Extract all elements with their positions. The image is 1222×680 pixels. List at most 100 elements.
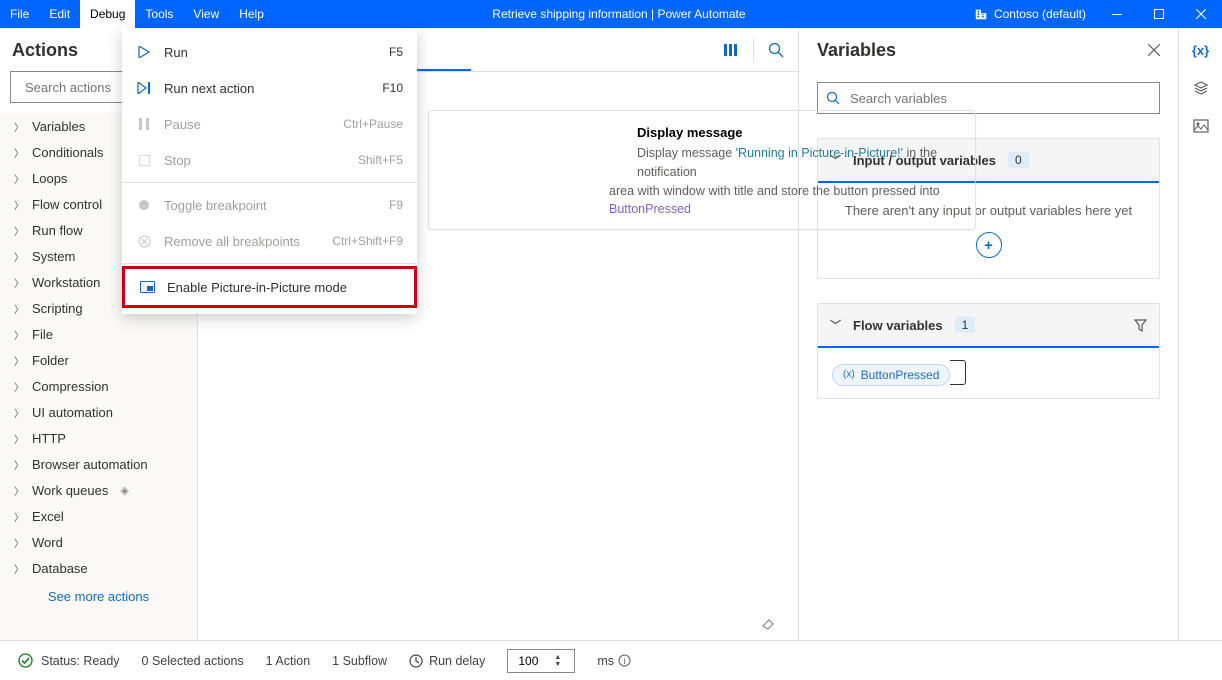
eraser-icon[interactable] bbox=[760, 614, 776, 630]
search-icon bbox=[768, 42, 784, 58]
action-category[interactable]: 〉Database bbox=[0, 555, 197, 581]
variable-chip[interactable]: (x) ButtonPressed bbox=[832, 364, 950, 386]
rail-ui-elements-button[interactable] bbox=[1191, 78, 1211, 98]
debug-run[interactable]: Run F5 bbox=[122, 34, 417, 70]
menu-separator bbox=[122, 182, 417, 183]
debug-enable-pip[interactable]: Enable Picture-in-Picture mode bbox=[125, 269, 414, 305]
category-label: Variables bbox=[32, 119, 85, 134]
chevron-right-icon: 〉 bbox=[14, 119, 24, 134]
debug-run-next[interactable]: Run next action F10 bbox=[122, 70, 417, 106]
action-category[interactable]: 〉Browser automation bbox=[0, 451, 197, 477]
run-delay-input[interactable]: ▲▼ bbox=[507, 649, 575, 673]
chevron-down-icon: ﹀ bbox=[830, 317, 841, 333]
menu-help[interactable]: Help bbox=[229, 0, 274, 28]
action-category[interactable]: 〉UI automation bbox=[0, 399, 197, 425]
pause-icon bbox=[136, 118, 152, 130]
category-label: Flow control bbox=[32, 197, 102, 212]
action-category[interactable]: 〉Folder bbox=[0, 347, 197, 373]
action-description: Display message 'Running in Picture-in-P… bbox=[637, 144, 957, 219]
close-button[interactable] bbox=[1180, 0, 1222, 28]
chevron-right-icon: 〉 bbox=[14, 275, 24, 290]
action-category[interactable]: 〉 Word bbox=[0, 529, 197, 555]
category-label: HTTP bbox=[32, 431, 66, 446]
action-category[interactable]: 〉File bbox=[0, 321, 197, 347]
menu-debug[interactable]: Debug bbox=[80, 0, 135, 28]
menu-separator bbox=[122, 263, 417, 264]
debug-stop: Stop Shift+F5 bbox=[122, 142, 417, 178]
debug-toggle-breakpoint: Toggle breakpoint F9 bbox=[122, 187, 417, 223]
action-category[interactable]: 〉Compression bbox=[0, 373, 197, 399]
menu-tools[interactable]: Tools bbox=[135, 0, 183, 28]
search-icon bbox=[826, 91, 840, 105]
remove-breakpoint-icon bbox=[136, 235, 152, 248]
category-label: System bbox=[32, 249, 75, 264]
recorder-button[interactable] bbox=[709, 28, 753, 72]
title-bar: File Edit Debug Tools View Help Retrieve… bbox=[0, 0, 1222, 28]
building-icon bbox=[974, 7, 988, 21]
stop-icon bbox=[136, 155, 152, 166]
chevron-right-icon: 〉 bbox=[14, 327, 24, 342]
minimize-button[interactable] bbox=[1096, 0, 1138, 28]
category-label: Workstation bbox=[32, 275, 100, 290]
menu-file[interactable]: File bbox=[0, 0, 39, 28]
action-category[interactable]: 〉Excel bbox=[0, 503, 197, 529]
image-icon bbox=[1193, 119, 1209, 133]
maximize-button[interactable] bbox=[1138, 0, 1180, 28]
category-label: Browser automation bbox=[32, 457, 148, 472]
add-variable-button[interactable]: + bbox=[976, 232, 1002, 258]
chevron-right-icon: 〉 bbox=[14, 145, 24, 160]
debug-dropdown: Run F5 Run next action F10 Pause Ctrl+Pa… bbox=[122, 28, 417, 314]
variable-icon: {x} bbox=[1192, 43, 1209, 58]
io-count-badge: 0 bbox=[1008, 152, 1029, 168]
flow-count-badge: 1 bbox=[955, 317, 976, 333]
chevron-right-icon: 〉 bbox=[14, 223, 24, 238]
chevron-right-icon: 〉 bbox=[14, 379, 24, 394]
chevron-right-icon: 〉 bbox=[14, 483, 24, 498]
subflow-tab[interactable] bbox=[413, 27, 471, 71]
step-icon bbox=[136, 82, 152, 94]
category-label: Work queues bbox=[32, 483, 108, 498]
flow-action-card[interactable]: Display message Display message 'Running… bbox=[428, 110, 976, 230]
delay-unit: ms bbox=[597, 654, 614, 668]
premium-icon: ◈ bbox=[120, 484, 128, 497]
workspace-selector[interactable]: Contoso (default) bbox=[964, 7, 1096, 21]
see-more-actions-link[interactable]: See more actions bbox=[0, 581, 197, 612]
editor-toolbar bbox=[709, 28, 798, 72]
chevron-right-icon: 〉 bbox=[14, 197, 24, 212]
svg-text:i: i bbox=[624, 656, 626, 666]
filter-icon[interactable] bbox=[1134, 319, 1147, 332]
category-label: Word bbox=[32, 535, 63, 550]
status-bar: Status: Ready 0 Selected actions 1 Actio… bbox=[0, 640, 1222, 680]
status-ok-icon bbox=[18, 653, 33, 668]
chevron-right-icon: 〉 bbox=[14, 405, 24, 420]
chevron-right-icon: 〉 bbox=[14, 249, 24, 264]
menu-view[interactable]: View bbox=[183, 0, 229, 28]
actions-count-text: 1 Action bbox=[266, 654, 310, 668]
action-title: Display message bbox=[637, 125, 743, 140]
action-category[interactable]: 〉HTTP bbox=[0, 425, 197, 451]
pip-icon bbox=[139, 281, 155, 293]
category-label: Folder bbox=[32, 353, 69, 368]
debug-remove-breakpoints: Remove all breakpoints Ctrl+Shift+F9 bbox=[122, 223, 417, 259]
info-icon[interactable]: i bbox=[618, 654, 631, 667]
chevron-right-icon: 〉 bbox=[14, 535, 24, 550]
close-panel-button[interactable] bbox=[1138, 34, 1170, 66]
flow-variables-label: Flow variables bbox=[853, 318, 943, 333]
debug-pause: Pause Ctrl+Pause bbox=[122, 106, 417, 142]
variable-icon: (x) bbox=[843, 369, 855, 380]
highlighted-item-frame: Enable Picture-in-Picture mode bbox=[122, 266, 417, 308]
rail-images-button[interactable] bbox=[1191, 116, 1211, 136]
rail-variables-button[interactable]: {x} bbox=[1191, 40, 1211, 60]
flow-variables-section: ﹀ Flow variables 1 (x) ButtonPressed bbox=[817, 303, 1160, 399]
menu-edit[interactable]: Edit bbox=[39, 0, 80, 28]
editor-search-button[interactable] bbox=[754, 28, 798, 72]
action-category[interactable]: 〉 Work queues ◈ bbox=[0, 477, 197, 503]
subflows-count-text: 1 Subflow bbox=[332, 654, 387, 668]
run-delay-label: Run delay bbox=[429, 654, 485, 668]
variables-search-input[interactable] bbox=[848, 90, 1151, 107]
chip-slot bbox=[950, 360, 966, 385]
window-controls bbox=[1096, 0, 1222, 28]
delay-spinner[interactable]: ▲▼ bbox=[554, 654, 561, 668]
chevron-right-icon: 〉 bbox=[14, 561, 24, 576]
flow-variables-header[interactable]: ﹀ Flow variables 1 bbox=[818, 304, 1159, 348]
